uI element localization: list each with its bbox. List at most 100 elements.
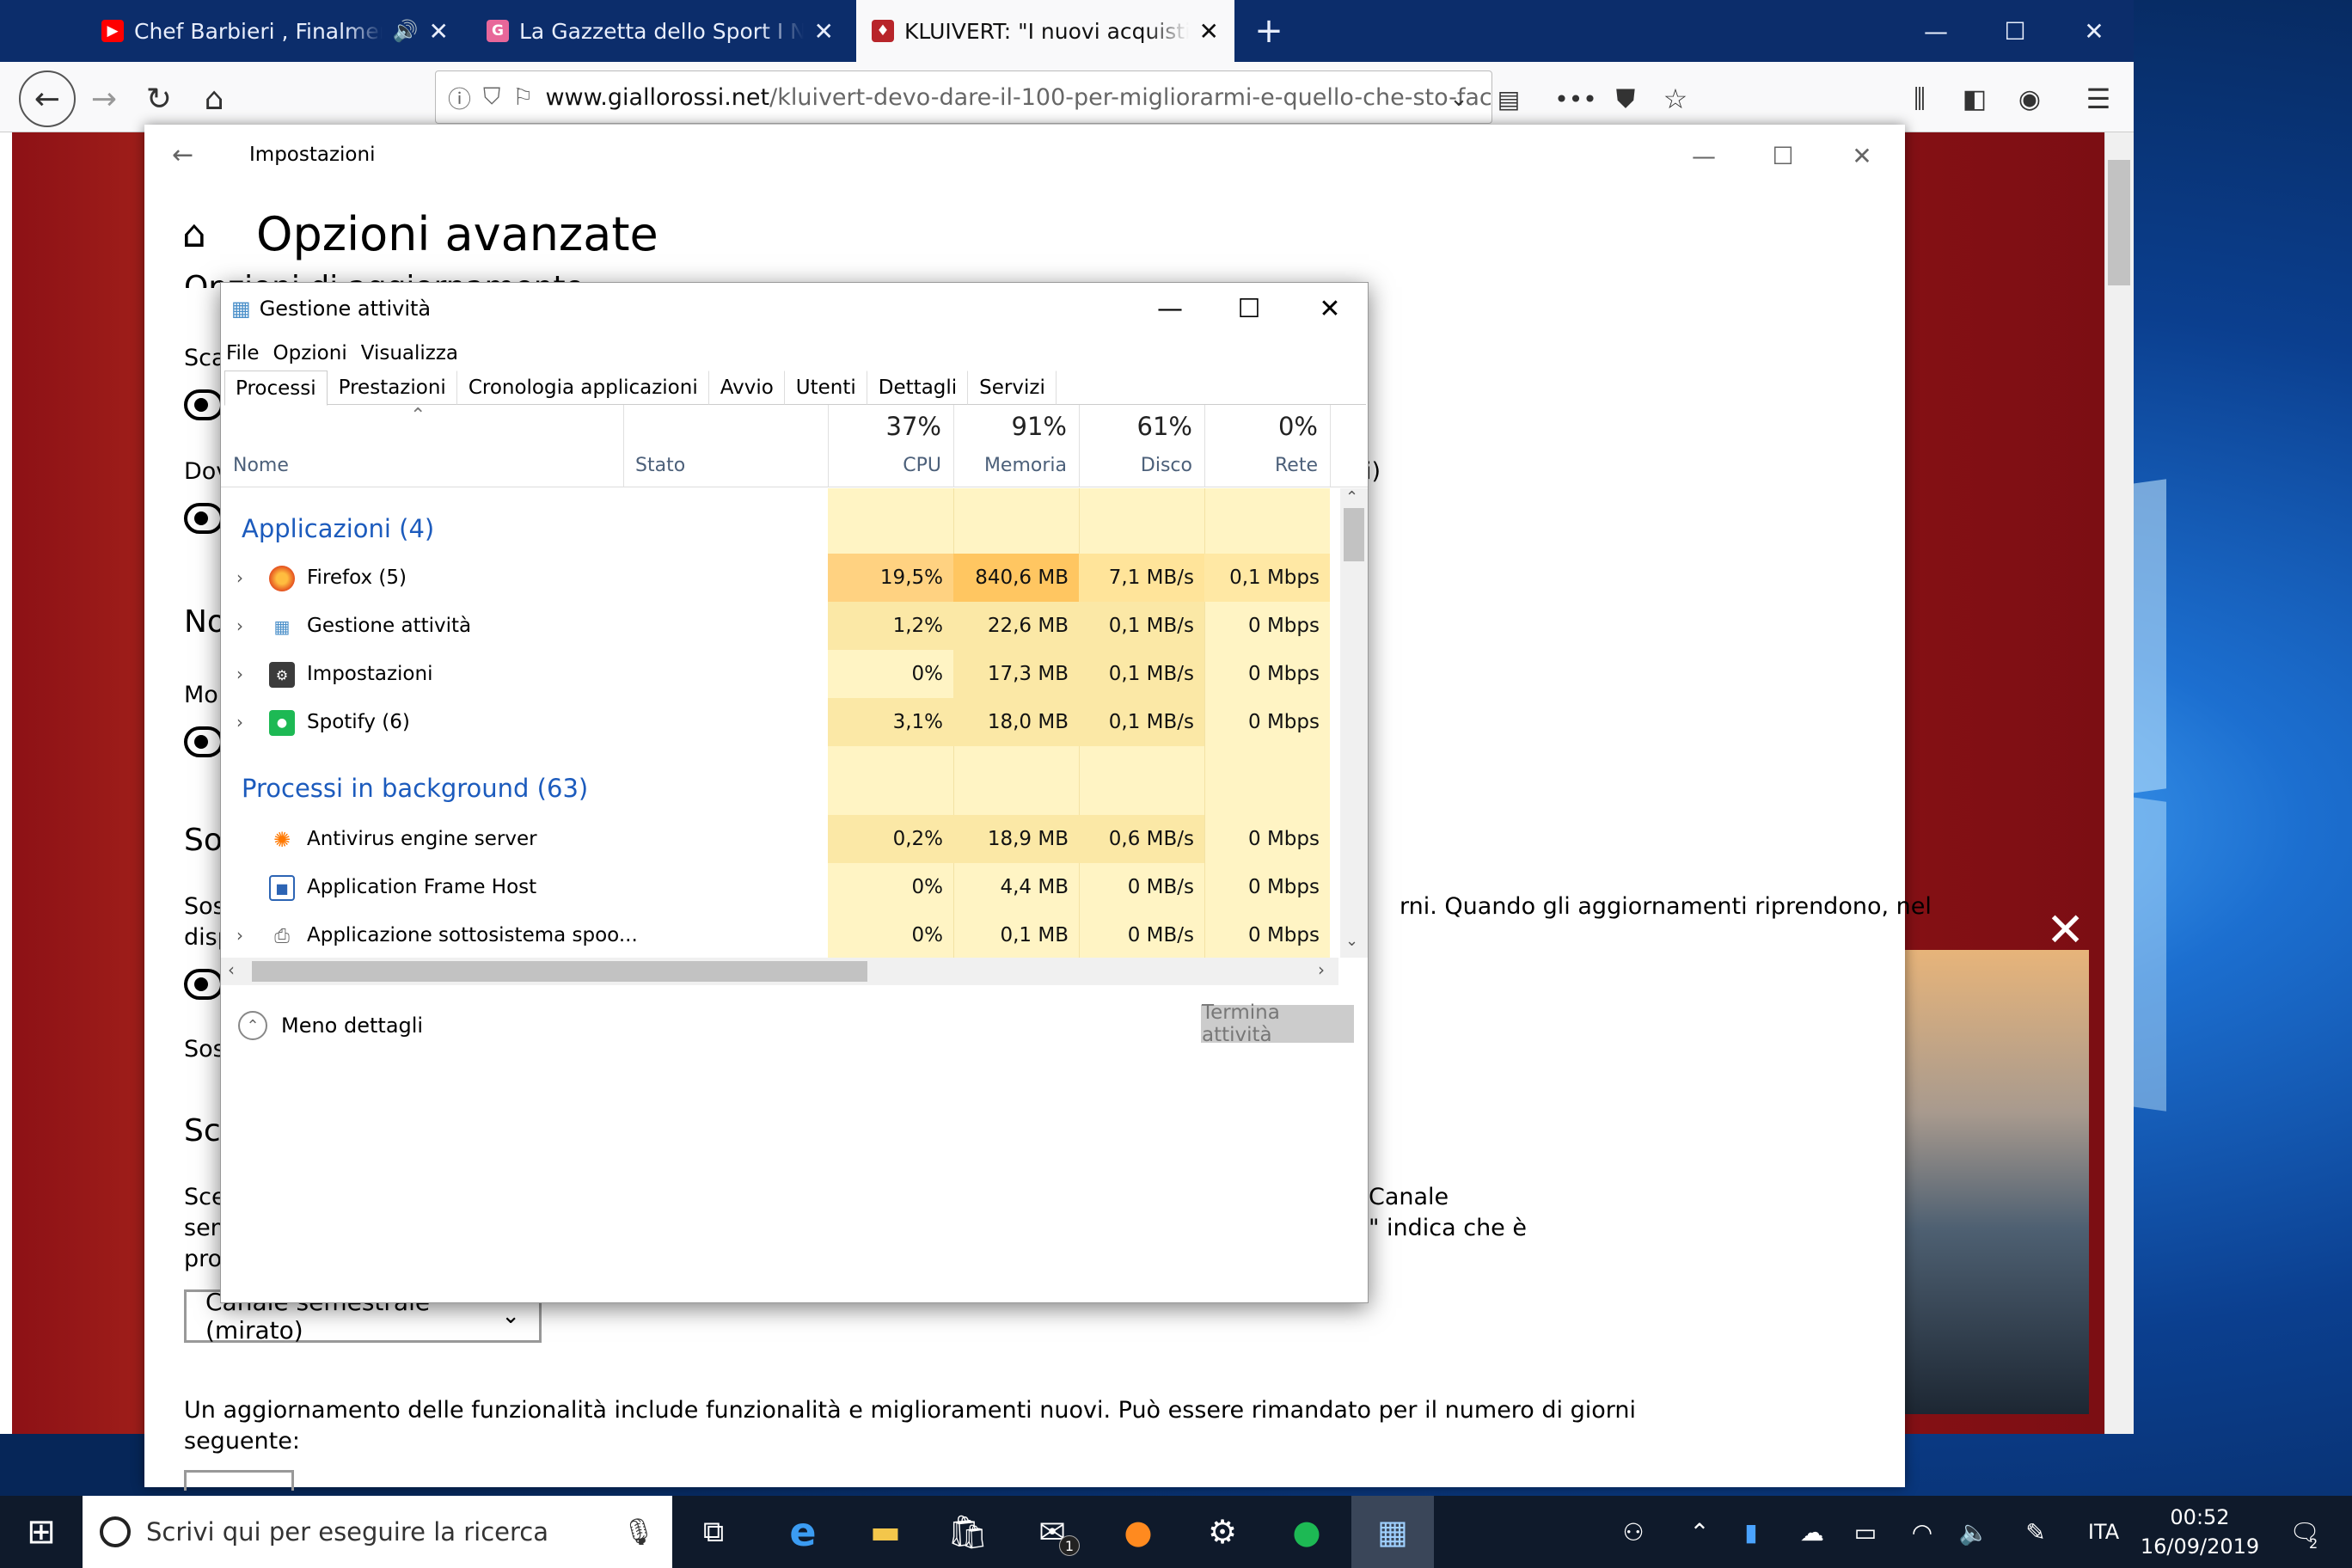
toggle-switch[interactable]	[184, 726, 224, 757]
spotify-taskbar-icon[interactable]: ●	[1265, 1496, 1348, 1568]
group-header-apps[interactable]: Applicazioni (4)	[242, 514, 434, 543]
group-header-background[interactable]: Processi in background (63)	[242, 774, 588, 803]
menu-icon[interactable]: ☰	[2070, 70, 2127, 127]
forward-button[interactable]: →	[76, 70, 132, 127]
back-arrow-icon[interactable]: ←	[172, 140, 193, 170]
back-button[interactable]: ←	[19, 70, 76, 127]
onedrive-icon[interactable]: ☁	[1786, 1496, 1838, 1568]
column-memory[interactable]: 91% Memoria	[953, 405, 1079, 487]
close-window-button[interactable]: ✕	[1822, 125, 1902, 187]
column-divider[interactable]	[1330, 405, 1331, 487]
expand-chevron-icon[interactable]: ›	[236, 554, 243, 602]
url-bar[interactable]: ⓘ ⛉ ⚐ www.giallorossi.net/kluivert-devo-…	[435, 70, 1492, 124]
close-tab-icon[interactable]: ✕	[1199, 17, 1219, 46]
mail-icon[interactable]: ✉ 1	[1011, 1496, 1093, 1568]
settings-gear-icon[interactable]: ⚙	[1181, 1496, 1264, 1568]
expand-chevron-icon[interactable]: ›	[236, 602, 243, 650]
less-details-button[interactable]: ⌃ Meno dettagli	[238, 1000, 423, 1051]
table-row[interactable]: ■ Application Frame Host 0% 4,4 MB 0 MB/…	[221, 863, 1338, 911]
advertisement-image[interactable]	[1900, 950, 2089, 1414]
table-row[interactable]: › ● Spotify (6) 3,1% 18,0 MB 0,1 MB/s 0 …	[221, 698, 1338, 746]
account-icon[interactable]: ◉	[2001, 70, 2058, 127]
people-icon[interactable]: ⚇	[1608, 1496, 1659, 1568]
minimize-button[interactable]: —	[1896, 0, 1975, 62]
toggle-switch[interactable]	[184, 969, 224, 1000]
notifications-icon[interactable]: 🗨 2	[2275, 1496, 2335, 1568]
tab-users[interactable]: Utenti	[785, 371, 867, 405]
horizontal-scrollbar-thumb[interactable]	[252, 961, 867, 982]
minimize-button[interactable]: —	[1664, 125, 1743, 187]
library-icon[interactable]: ⫼	[1891, 70, 1948, 127]
info-icon[interactable]: ⓘ	[448, 81, 471, 114]
menu-file[interactable]: File	[226, 342, 260, 364]
firefox-taskbar-icon[interactable]: ●	[1097, 1496, 1179, 1568]
table-row[interactable]: › Firefox (5) 19,5% 840,6 MB 7,1 MB/s 0,…	[221, 554, 1338, 602]
pen-ink-icon[interactable]: ✎	[2010, 1496, 2061, 1568]
maximize-button[interactable]: ☐	[1975, 0, 2055, 62]
new-tab-button[interactable]: +	[1229, 0, 1308, 62]
dropdown-arrow-icon[interactable]: ⌄	[1430, 70, 1487, 127]
tab-services[interactable]: Servizi	[968, 371, 1057, 405]
menu-view[interactable]: Visualizza	[361, 342, 458, 364]
task-manager-taskbar-icon[interactable]: ▦	[1351, 1496, 1434, 1568]
pocket-icon[interactable]: ⛊	[1597, 70, 1654, 127]
store-icon[interactable]: 🛍	[927, 1496, 1009, 1568]
shield-icon[interactable]: ⛉	[483, 83, 500, 111]
close-ad-icon[interactable]: ✕	[2046, 903, 2085, 957]
home-icon[interactable]: ⌂	[182, 212, 206, 256]
tab-startup[interactable]: Avvio	[709, 371, 785, 405]
edge-icon[interactable]: e	[762, 1496, 844, 1568]
vertical-scrollbar-thumb[interactable]	[1344, 508, 1364, 561]
clock[interactable]: 00:52 16/09/2019	[2127, 1503, 2273, 1561]
expand-chevron-icon[interactable]: ›	[236, 911, 243, 958]
reader-view-icon[interactable]: ▤	[1480, 70, 1537, 127]
volume-icon[interactable]: 🔈	[1948, 1496, 2000, 1568]
maximize-button[interactable]: ☐	[1210, 283, 1289, 334]
minimize-button[interactable]: —	[1130, 283, 1210, 334]
page-actions-icon[interactable]: •••	[1547, 70, 1604, 127]
table-row[interactable]: › ⚙ Impostazioni 0% 17,3 MB 0,1 MB/s 0 M…	[221, 650, 1338, 698]
task-view-icon[interactable]: ⧉	[672, 1496, 755, 1568]
column-divider[interactable]	[623, 405, 624, 487]
menu-options[interactable]: Opzioni	[273, 342, 347, 364]
page-scrollbar[interactable]	[2104, 132, 2134, 1434]
column-status[interactable]: Stato	[635, 455, 685, 476]
table-row[interactable]: ✺ Antivirus engine server 0,2% 18,9 MB 0…	[221, 815, 1338, 863]
column-name[interactable]: Nome	[233, 455, 289, 476]
end-task-button[interactable]: Termina attività	[1201, 1001, 1354, 1046]
days-dropdown[interactable]	[184, 1470, 294, 1491]
maximize-button[interactable]: ☐	[1743, 125, 1822, 187]
sidebar-icon[interactable]: ◧	[1946, 70, 2003, 127]
table-row[interactable]: › ▦ Gestione attività 1,2% 22,6 MB 0,1 M…	[221, 602, 1338, 650]
show-hidden-icons-icon[interactable]: ⌃	[1678, 1496, 1721, 1568]
reload-button[interactable]: ↻	[131, 70, 187, 127]
wifi-icon[interactable]: ◠	[1896, 1496, 1948, 1568]
close-window-button[interactable]: ✕	[2055, 0, 2134, 62]
tab-processes[interactable]: Processi	[224, 371, 328, 406]
toggle-switch[interactable]	[184, 389, 224, 420]
column-disk[interactable]: 61% Disco	[1079, 405, 1204, 487]
table-row[interactable]: › ⎙ Applicazione sottosistema spoo... 0%…	[221, 911, 1338, 958]
permissions-icon[interactable]: ⚐	[512, 84, 533, 111]
scroll-up-icon[interactable]: ⌃	[1345, 488, 1358, 506]
tab-gazzetta[interactable]: G La Gazzetta dello Sport I News ✕	[471, 0, 849, 62]
search-box[interactable]: Scrivi qui per eseguire la ricerca 🎙	[83, 1496, 672, 1568]
column-cpu[interactable]: 37% CPU	[828, 405, 953, 487]
tab-details[interactable]: Dettagli	[867, 371, 969, 405]
close-window-button[interactable]: ✕	[1290, 283, 1368, 334]
tray-app-icon[interactable]: ▮	[1730, 1496, 1773, 1568]
expand-chevron-icon[interactable]: ›	[236, 650, 243, 698]
input-language[interactable]: ITA	[2073, 1496, 2134, 1568]
scroll-right-icon[interactable]: ›	[1318, 959, 1325, 980]
microphone-icon[interactable]: 🎙	[622, 1517, 655, 1547]
bookmark-star-icon[interactable]: ☆	[1647, 70, 1704, 127]
battery-icon[interactable]: ▭	[1840, 1496, 1891, 1568]
toggle-switch[interactable]	[184, 503, 224, 534]
page-scrollbar-thumb[interactable]	[2108, 160, 2130, 285]
windows-start-icon[interactable]: ⊞	[0, 1496, 83, 1568]
tab-kluivert[interactable]: ♦ KLUIVERT: "I nuovi acquisti ci h ✕	[856, 0, 1234, 62]
column-network[interactable]: 0% Rete	[1204, 405, 1330, 487]
tab-youtube[interactable]: ▶ Chef Barbieri , Finalmente h 🔊 ✕	[86, 0, 464, 62]
expand-chevron-icon[interactable]: ›	[236, 698, 243, 746]
speaker-icon[interactable]: 🔊	[393, 19, 419, 43]
